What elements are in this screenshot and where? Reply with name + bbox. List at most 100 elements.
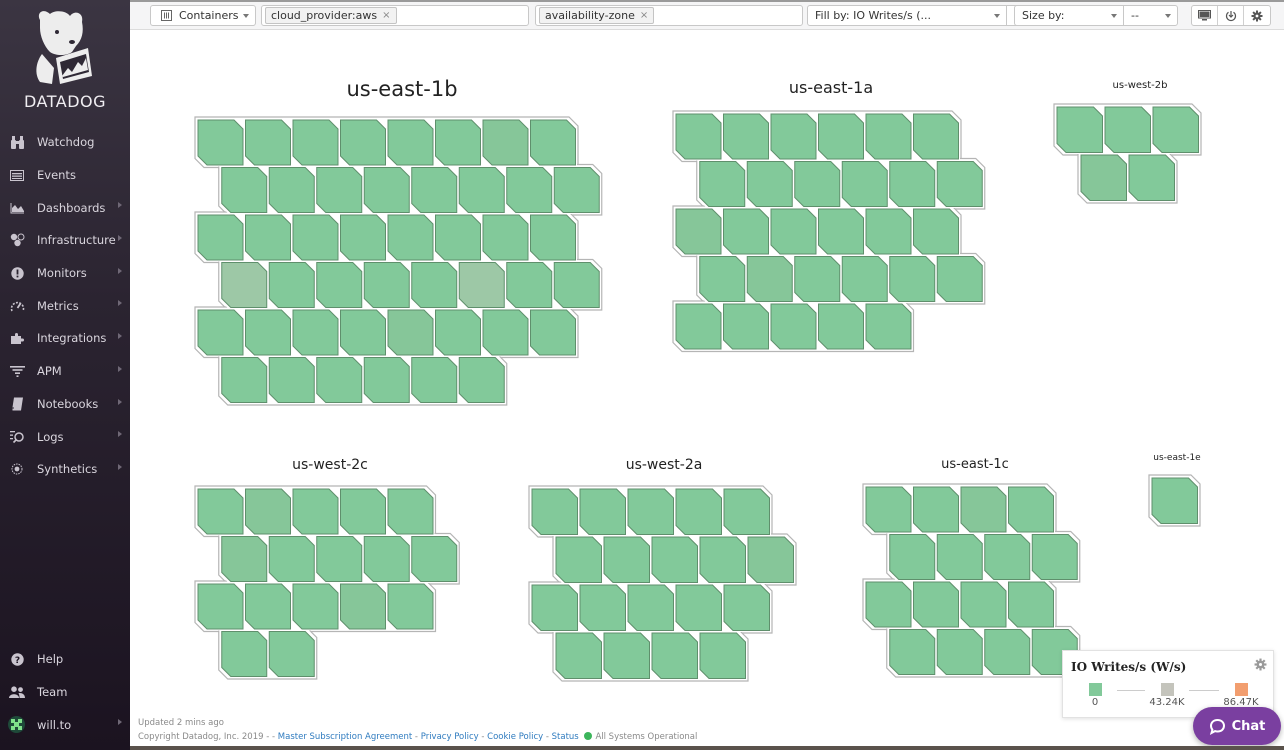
host-tile[interactable]	[651, 536, 698, 583]
master-subscription-link[interactable]: Master Subscription Agreement	[278, 732, 412, 742]
host-tile[interactable]	[245, 214, 291, 261]
host-tile[interactable]	[770, 303, 817, 350]
host-tile[interactable]	[936, 534, 983, 580]
host-tile[interactable]	[889, 534, 936, 580]
sidebar-item-apm[interactable]: APM	[0, 355, 130, 388]
host-tile[interactable]	[627, 584, 674, 631]
host-tile[interactable]	[913, 208, 959, 255]
host-tile[interactable]	[221, 262, 268, 308]
host-tile[interactable]	[531, 488, 578, 535]
download-button[interactable]	[1218, 6, 1244, 25]
host-tile[interactable]	[530, 214, 576, 261]
host-tile[interactable]	[747, 536, 794, 583]
host-tile[interactable]	[197, 488, 244, 535]
host-tile[interactable]	[555, 536, 602, 583]
host-tile[interactable]	[316, 167, 363, 213]
host-tile[interactable]	[292, 309, 339, 356]
host-tile[interactable]	[889, 256, 936, 302]
host-tile[interactable]	[723, 208, 769, 255]
host-tile[interactable]	[197, 119, 244, 166]
sidebar-item-events[interactable]: Events	[0, 159, 130, 192]
group-by-input[interactable]: availability-zone ×	[535, 5, 803, 26]
sidebar-item-metrics[interactable]: Metrics	[0, 289, 130, 322]
host-tile[interactable]	[387, 583, 434, 630]
host-tile[interactable]	[936, 256, 983, 302]
sidebar-item-logs[interactable]: Logs	[0, 420, 130, 453]
host-tile[interactable]	[482, 119, 529, 166]
host-tile[interactable]	[482, 214, 529, 261]
host-tile[interactable]	[865, 486, 912, 533]
status-link[interactable]: Status	[552, 732, 579, 742]
size-aggregation-select[interactable]: --	[1123, 5, 1178, 26]
host-tile[interactable]	[458, 167, 505, 213]
host-tile[interactable]	[841, 161, 888, 207]
sidebar-item-infrastructure[interactable]: Infrastructure	[0, 224, 130, 257]
host-tile[interactable]	[579, 584, 626, 631]
remove-tag-icon[interactable]: ×	[640, 10, 648, 21]
host-tile[interactable]	[1151, 477, 1198, 524]
host-tile[interactable]	[411, 357, 458, 403]
host-tile[interactable]	[865, 581, 912, 628]
host-tile[interactable]	[579, 488, 626, 535]
host-tile[interactable]	[984, 629, 1031, 675]
host-tile[interactable]	[1128, 154, 1175, 201]
host-tile[interactable]	[340, 583, 386, 630]
host-tile[interactable]	[340, 488, 386, 535]
cookie-policy-link[interactable]: Cookie Policy	[487, 732, 543, 742]
host-tile[interactable]	[292, 214, 339, 261]
host-tile[interactable]	[675, 113, 722, 160]
host-tile[interactable]	[245, 119, 291, 166]
host-tile[interactable]	[340, 309, 386, 356]
sidebar-item-team[interactable]: Team	[0, 676, 130, 709]
host-tile[interactable]	[770, 208, 817, 255]
host-tile[interactable]	[221, 631, 268, 677]
host-tile[interactable]	[316, 262, 363, 308]
sidebar-item-integrations[interactable]: Integrations	[0, 322, 130, 355]
host-tile[interactable]	[316, 536, 363, 582]
host-tile[interactable]	[936, 629, 983, 675]
sidebar-item-watchdog[interactable]: Watchdog	[0, 126, 130, 159]
host-tile[interactable]	[363, 536, 410, 582]
host-tile[interactable]	[1008, 581, 1054, 628]
host-tile[interactable]	[268, 262, 315, 308]
host-tile[interactable]	[221, 167, 268, 213]
fill-by-select[interactable]: Fill by: IO Writes/s (...	[807, 5, 1007, 26]
host-tile[interactable]	[531, 584, 578, 631]
host-tile[interactable]	[458, 357, 505, 403]
host-tile[interactable]	[699, 632, 746, 679]
host-tile[interactable]	[268, 631, 315, 677]
host-tile[interactable]	[268, 536, 315, 582]
host-tile[interactable]	[627, 488, 674, 535]
host-tile[interactable]	[675, 584, 722, 631]
host-tile[interactable]	[818, 303, 864, 350]
host-tile[interactable]	[197, 214, 244, 261]
host-tile[interactable]	[960, 486, 1007, 533]
host-tile[interactable]	[340, 214, 386, 261]
host-tile[interactable]	[1031, 534, 1078, 580]
host-tile[interactable]	[245, 583, 291, 630]
host-tile[interactable]	[889, 629, 936, 675]
sidebar-item-dashboards[interactable]: Dashboards	[0, 191, 130, 224]
host-tile[interactable]	[723, 488, 770, 535]
host-tile[interactable]	[221, 536, 268, 582]
host-tile[interactable]	[553, 262, 600, 308]
host-tile[interactable]	[411, 536, 458, 582]
host-tile[interactable]	[292, 583, 339, 630]
host-tile[interactable]	[723, 303, 769, 350]
host-tile[interactable]	[435, 309, 481, 356]
host-tile[interactable]	[865, 303, 912, 350]
host-tile[interactable]	[458, 262, 505, 308]
host-tile[interactable]	[530, 309, 576, 356]
host-tile[interactable]	[936, 161, 983, 207]
sidebar-item-will-to[interactable]: will.to	[0, 708, 130, 741]
host-tile[interactable]	[506, 262, 553, 308]
host-tile[interactable]	[1056, 106, 1103, 153]
host-tile[interactable]	[818, 113, 864, 160]
host-tile[interactable]	[197, 309, 244, 356]
host-tile[interactable]	[268, 167, 315, 213]
host-tile[interactable]	[555, 632, 602, 679]
remove-tag-icon[interactable]: ×	[382, 10, 390, 21]
host-tile[interactable]	[699, 256, 746, 302]
host-tile[interactable]	[363, 357, 410, 403]
host-tile[interactable]	[913, 581, 959, 628]
